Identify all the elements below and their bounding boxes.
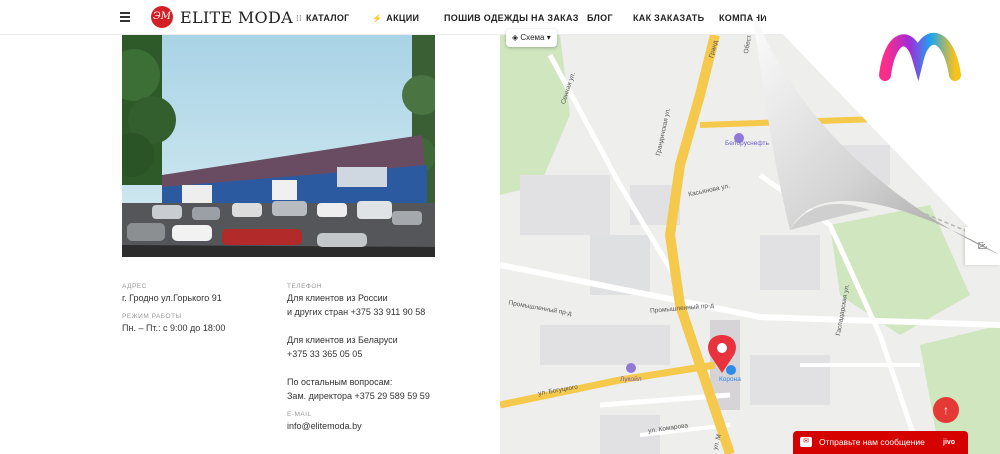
jivo-chat-bar[interactable]: ✉ Отправьте нам сообщение jivo [793,431,968,454]
director-phone[interactable]: Зам. директора +375 29 589 59 59 [287,389,430,403]
hours-label: РЕЖИМ РАБОТЫ [122,313,182,320]
belarus-line-1: Для клиентов из Беларуси [287,335,398,345]
email-link[interactable]: info@elitemoda.by [287,419,362,433]
jivo-logo: jivo [943,439,956,446]
chevron-down-icon: ▾ [546,33,551,42]
email-label: E-MAIL [287,411,312,418]
logo-monogram[interactable]: ЭМ [151,6,173,28]
nav-item-tailoring[interactable]: ПОШИВ ОДЕЖДЫ НА ЗАКАЗ [444,13,579,23]
chat-envelope-icon: ✉ [800,437,812,447]
russia-phone[interactable]: и других стран +375 33 911 90 58 [287,305,425,319]
poi-lukoil[interactable]: Лукойл [620,376,642,383]
grid-icon: ⁞⁞ [296,14,302,23]
page-curl-decoration [750,0,1000,260]
address-value: г. Гродно ул.Горького 91 [122,293,222,303]
nav-item-blog[interactable]: БЛОГ [587,13,613,23]
address-label: АДРЕС [122,283,147,290]
chat-label: Отправьте нам сообщение [819,437,925,447]
menu-icon[interactable] [120,12,130,22]
logo-text[interactable]: ELITE MODA [180,8,293,27]
store-photo [122,35,435,257]
layers-icon: ◈ [512,33,519,42]
nav-item-catalog[interactable]: ⁞⁞ КАТАЛОГ [296,13,350,23]
lightning-icon: ⚡ [372,14,383,23]
russia-line-1: Для клиентов из России [287,293,388,303]
phone-label: ТЕЛЕФОН [287,283,323,290]
map-scheme-button[interactable]: ◈ Схема ▾ [506,29,557,47]
nav-item-sales[interactable]: ⚡ АКЦИИ [372,13,419,23]
belarus-phone[interactable]: +375 33 365 05 05 [287,347,362,361]
hours-value: Пн. – Пт.: с 9:00 до 18:00 [122,323,226,333]
scroll-top-button[interactable]: ↑ [933,397,959,423]
nav-item-how-to-order[interactable]: КАК ЗАКАЗАТЬ [633,13,704,23]
poi-korona[interactable]: Корона [719,376,741,383]
other-line-1: По остальным вопросам: [287,377,393,387]
